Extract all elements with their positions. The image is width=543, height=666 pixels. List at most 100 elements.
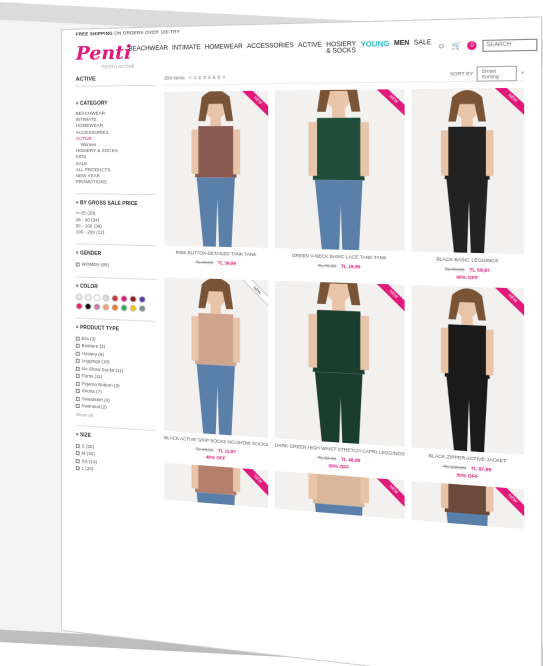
product-card[interactable]: NEW — [274, 470, 405, 520]
price-title[interactable]: ˅ BY GROSS SALE PRICE — [76, 201, 156, 208]
checkbox[interactable] — [75, 381, 80, 386]
price-filter: ˅ BY GROSS SALE PRICE <=25 (26) 26 - 50 (… — [75, 193, 156, 238]
product-image[interactable]: NEW — [274, 89, 405, 252]
checkbox[interactable] — [75, 358, 80, 363]
color-swatch[interactable] — [84, 293, 92, 301]
color-swatch[interactable] — [93, 302, 101, 311]
old-price: TL 79,99 — [317, 262, 337, 269]
product-image[interactable]: NEW — [164, 277, 269, 438]
checkbox[interactable] — [75, 451, 80, 456]
old-price: TL 139,99 — [443, 463, 467, 471]
nav-men[interactable]: MEN — [394, 40, 409, 53]
color-swatch[interactable] — [111, 294, 119, 302]
size-option-label: L (20) — [81, 465, 94, 472]
product-card[interactable]: NEW GREEN V-NECK BASIC LACE TANK TANK TL 7… — [274, 89, 405, 278]
product-card[interactable]: NEW BLACK BASIC LEGGINGS TL 99,99 TL 59,97 4… — [411, 87, 525, 282]
type-title[interactable]: ˅ PRODUCT TYPE — [76, 324, 156, 334]
gender-option[interactable]: WOMEN (89) — [75, 261, 156, 271]
color-title[interactable]: ˅ COLOR — [76, 283, 156, 292]
size-filter: ˅ SIZE S (30) M (32) XS (14) L (20) — [75, 424, 156, 479]
page-link[interactable]: 2 — [198, 75, 201, 80]
page-link[interactable]: > — [222, 75, 225, 80]
checkbox[interactable] — [75, 443, 80, 448]
page-link[interactable]: 4 — [208, 75, 211, 80]
old-price: TL 99,99 — [444, 266, 465, 273]
product-image[interactable]: NEW — [274, 470, 405, 520]
product-prices: TL 79,99 TL 19,99 — [275, 262, 405, 271]
color-swatch[interactable] — [102, 294, 110, 302]
product-card[interactable]: NEW BLACK ZIPPER ACTIVE JACKET TL 139,99 TL… — [411, 284, 525, 483]
color-swatch[interactable] — [75, 302, 83, 310]
sort-control: SORT BY Smart Sorting ˅ — [450, 65, 524, 82]
product-name[interactable]: GREEN V-NECK BASIC LACE TANK TANK — [275, 252, 405, 262]
user-icon[interactable]: ☺ — [437, 42, 445, 50]
color-swatch[interactable] — [120, 303, 128, 312]
checkbox[interactable] — [75, 458, 80, 463]
checkbox[interactable] — [75, 343, 80, 348]
page-link[interactable]: 5 — [213, 75, 216, 80]
sale-price: TL 97,99 — [470, 465, 492, 473]
product-image[interactable]: NEW — [411, 284, 525, 455]
product-name[interactable]: BLACK BASIC LEGGINGS — [412, 256, 525, 265]
checkbox[interactable] — [75, 403, 80, 409]
color-swatch[interactable] — [138, 295, 146, 303]
cart-icon[interactable]: 🛒 — [451, 41, 461, 51]
page-link[interactable]: 6 — [218, 75, 221, 80]
product-image[interactable]: NEW — [274, 280, 405, 447]
nav-sale[interactable]: SALE — [414, 40, 432, 53]
product-card[interactable]: NEW — [164, 462, 269, 509]
nav-active[interactable]: ACTIVE — [298, 42, 322, 55]
old-price: TL 19,99 — [195, 446, 214, 453]
category-item[interactable]: PROMOTIONS — [76, 179, 156, 186]
product-name[interactable]: RIBS BUTTON DETAILED TANK TANK — [164, 250, 268, 259]
tablet-screen: FREE SHIPPING ON ORDERS OVER 100 TRY Pen… — [62, 17, 542, 666]
search-input[interactable] — [482, 38, 538, 52]
nav-young[interactable]: YOUNG — [360, 41, 389, 54]
checkbox[interactable] — [75, 388, 80, 394]
product-image[interactable]: NEW — [411, 87, 525, 255]
checkbox[interactable] — [75, 373, 80, 378]
gender-title[interactable]: ˅ GENDER — [76, 251, 156, 259]
color-swatch[interactable] — [75, 293, 83, 301]
product-card[interactable]: NEW RIBS BUTTON DETAILED TANK TANK TL 59,9… — [164, 90, 269, 275]
checkbox[interactable] — [75, 262, 80, 267]
category-title[interactable]: ˅ CATEGORY — [76, 100, 156, 107]
product-card[interactable]: NEW BLACK ACTIVE GRIP SOCKS NO-SHOW SOCKS… — [164, 277, 269, 464]
color-swatch[interactable] — [102, 303, 110, 311]
color-swatch[interactable] — [111, 303, 119, 311]
color-swatch[interactable] — [84, 302, 92, 310]
main-nav: BEACHWEAR INTIMATE HOMEWEAR ACCESSORIES … — [129, 40, 432, 59]
checkbox[interactable] — [75, 336, 80, 341]
color-swatch[interactable] — [129, 304, 137, 312]
size-title[interactable]: ˅ SIZE — [76, 432, 156, 444]
product-card[interactable]: NEW — [411, 480, 525, 530]
sort-select[interactable]: Smart Sorting — [476, 65, 518, 82]
color-swatch[interactable] — [120, 294, 128, 303]
page-link[interactable]: 3 — [203, 75, 206, 80]
old-price: TL 59,99 — [195, 259, 214, 266]
color-swatch[interactable] — [138, 304, 146, 313]
price-option[interactable]: 100 - 200 (12) — [76, 229, 156, 237]
nav-accessories[interactable]: ACCESSORIES — [247, 43, 294, 57]
color-swatch[interactable] — [93, 293, 101, 302]
sale-price: TL 48,99 — [340, 456, 361, 464]
nav-homewear[interactable]: HOMEWEAR — [205, 44, 243, 57]
product-card[interactable]: NEW DARK GREEN HIGH WAIST STRETCH CAPRI L… — [274, 280, 405, 474]
product-image[interactable]: NEW — [164, 462, 269, 509]
product-image[interactable]: NEW — [411, 480, 525, 530]
checkbox[interactable] — [75, 351, 80, 356]
chevron-down-icon[interactable]: ˅ — [521, 70, 524, 76]
product-image[interactable]: NEW — [164, 90, 269, 248]
nav-hosiery[interactable]: HOSIERY & SOCKS — [326, 42, 356, 55]
nav-intimate[interactable]: INTIMATE — [172, 45, 201, 58]
checkbox[interactable] — [75, 366, 80, 371]
penti-logo[interactable]: Penti — [76, 41, 132, 64]
page-link[interactable]: 1 — [194, 75, 197, 80]
page-link[interactable]: < — [189, 75, 192, 80]
product-area: 200 items <1 2 3 4 5 6 > SORT BY Smart Sorting… — [156, 65, 525, 530]
nav-beachwear[interactable]: BEACHWEAR — [129, 46, 168, 59]
checkbox[interactable] — [75, 396, 80, 401]
device-photo: FREE SHIPPING ON ORDERS OVER 100 TRY Pen… — [0, 0, 543, 666]
color-swatch[interactable] — [129, 295, 137, 303]
checkbox[interactable] — [75, 466, 80, 471]
